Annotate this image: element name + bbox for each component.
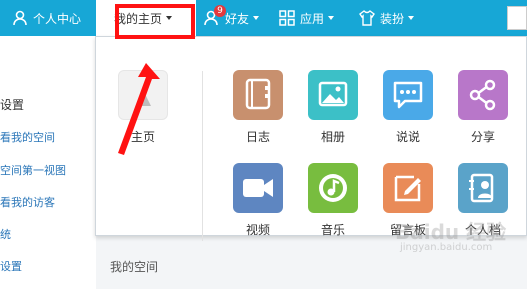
grid-icon <box>279 10 295 26</box>
sidebar-link[interactable]: 看我的空间 <box>0 129 55 145</box>
nav-dress-up[interactable]: 装扮 <box>359 0 415 36</box>
video-icon <box>243 179 273 197</box>
user-icon <box>12 10 28 26</box>
nav-personal-center-label: 个人中心 <box>33 11 82 26</box>
chevron-down-icon <box>408 16 415 20</box>
dropdown-divider <box>202 71 203 241</box>
friends-badge: 9 <box>214 5 226 17</box>
annotation-arrow-icon <box>118 63 160 155</box>
baidu-watermark: Baidu 经验 <box>395 220 507 244</box>
nav-more-button[interactable] <box>507 6 527 30</box>
app-status[interactable] <box>383 70 433 120</box>
music-icon <box>319 174 347 202</box>
notebook-icon <box>245 78 271 110</box>
sidebar-title: 设置 <box>0 98 25 112</box>
friends-icon: 9 <box>204 5 226 26</box>
app-share[interactable] <box>458 70 508 120</box>
highlight-box <box>115 4 195 39</box>
app-status-label: 说说 <box>395 130 420 144</box>
sidebar-link[interactable]: 空间第一视图 <box>0 162 66 178</box>
message-board-icon <box>394 175 421 202</box>
nav-apps[interactable]: 应用 <box>279 0 335 36</box>
profile-icon <box>469 173 494 203</box>
app-message-board[interactable] <box>383 163 433 213</box>
app-video-label: 视频 <box>245 223 270 237</box>
sidebar-link[interactable]: 设置 <box>0 258 22 274</box>
top-nav-bar: 个人中心 我的主页 9 好友 应用 装扮 <box>0 0 527 36</box>
nav-dress-up-label: 装扮 <box>380 11 405 26</box>
app-music-label: 音乐 <box>320 223 345 237</box>
nav-friends-label: 好友 <box>225 11 250 26</box>
app-share-label: 分享 <box>470 130 495 144</box>
app-video[interactable] <box>233 163 283 213</box>
app-music[interactable] <box>308 163 358 213</box>
app-blog[interactable] <box>233 70 283 120</box>
baidu-watermark-url: jingyan.baidu.com <box>400 242 493 253</box>
nav-personal-center[interactable]: 个人中心 <box>12 0 81 36</box>
speech-icon <box>393 81 423 109</box>
sidebar-link[interactable]: 统 <box>0 226 11 242</box>
chevron-down-icon <box>253 16 260 20</box>
app-photos[interactable] <box>308 70 358 120</box>
app-blog-label: 日志 <box>245 130 270 144</box>
app-photos-label: 相册 <box>320 130 345 144</box>
nav-apps-label: 应用 <box>300 11 325 26</box>
nav-friends[interactable]: 9 好友 <box>204 0 260 36</box>
sidebar-link[interactable]: 看我的访客 <box>0 194 55 210</box>
share-icon <box>469 79 496 111</box>
my-space-label: 我的空间 <box>110 260 159 274</box>
app-profile[interactable] <box>458 163 508 213</box>
photo-icon <box>318 81 348 107</box>
left-sidebar: 设置 看我的空间 空间第一视图 看我的访客 统 设置 <box>0 36 96 289</box>
chevron-down-icon <box>328 16 335 20</box>
shirt-icon <box>359 10 375 26</box>
